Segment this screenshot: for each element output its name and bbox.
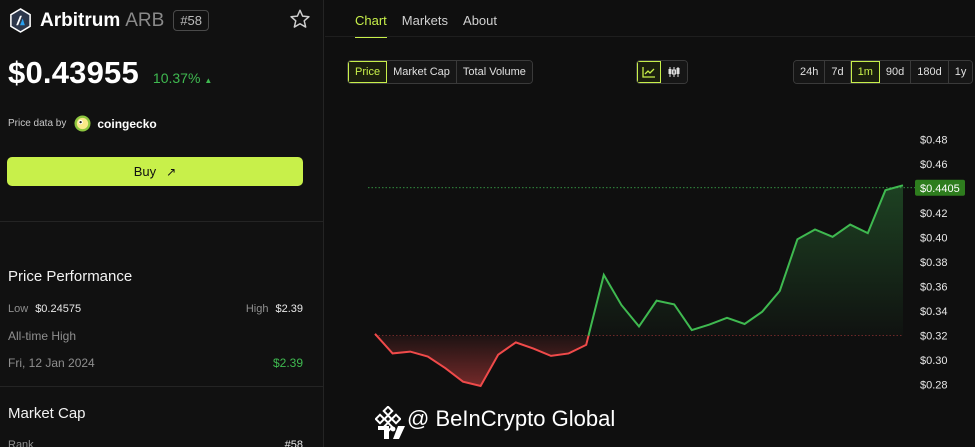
timeframe-toggle: 24h 7d 1m 90d 180d 1y (793, 60, 974, 84)
price-change: 10.37% (152, 70, 201, 86)
buy-button[interactable]: Buy ↗ (7, 157, 303, 186)
divider (0, 386, 323, 387)
high-label: High (245, 303, 269, 315)
current-price: $0.43955 (8, 55, 139, 90)
ath-value: $2.39 (272, 356, 303, 370)
price-row: $0.43955 10.37% ▲ (8, 55, 212, 91)
arbitrum-logo-icon (10, 8, 31, 33)
section-tabs: Chart Markets About (355, 13, 512, 38)
y-tick-label: $0.48 (920, 134, 948, 146)
binance-logo-icon (375, 406, 401, 432)
metric-toggle: Price Market Cap Total Volume (347, 60, 533, 84)
tabs-underline (325, 36, 975, 37)
watermark: @ BeInCrypto Global (375, 406, 615, 432)
divider (0, 221, 323, 222)
timeframe-7d[interactable]: 7d (825, 61, 851, 83)
area-above-baseline (588, 185, 903, 336)
y-tick-label: $0.36 (920, 282, 948, 294)
ath-detail-row: Fri, 12 Jan 2024 $2.39 (8, 356, 303, 370)
tab-chart[interactable]: Chart (355, 13, 387, 38)
watermark-text: @ BeInCrypto Global (407, 406, 616, 431)
timeframe-180d[interactable]: 180d (911, 61, 949, 83)
ath-row: All-time High (8, 329, 303, 343)
ath-label: All-time High (8, 329, 77, 343)
metric-market-cap[interactable]: Market Cap (387, 61, 457, 83)
y-tick-label: $0.28 (920, 380, 948, 392)
metric-price[interactable]: Price (348, 61, 388, 83)
low-value: $0.24575 (35, 303, 82, 315)
coin-name: Arbitrum (40, 9, 121, 31)
coin-header: Arbitrum ARB #58 (8, 8, 311, 33)
timeframe-1y[interactable]: 1y (948, 61, 973, 83)
coingecko-logo-icon (74, 115, 91, 132)
timeframe-24h[interactable]: 24h (794, 61, 826, 83)
market-cap-rank-value: #58 (284, 439, 303, 447)
price-source-name[interactable]: coingecko (97, 117, 156, 131)
current-price-label: $0.4405 (920, 183, 960, 195)
y-tick-label: $0.42 (920, 208, 948, 220)
y-tick-label: $0.34 (920, 306, 948, 318)
timeframe-1m[interactable]: 1m (850, 61, 880, 83)
market-cap-rank-row: Rank #58 (8, 439, 303, 447)
tab-markets[interactable]: Markets (402, 13, 448, 38)
low-high-row: Low $0.24575 High $2.39 (8, 303, 303, 315)
chart-panel: Chart Markets About Price Market Cap Tot… (325, 0, 975, 447)
market-cap-title: Market Cap (8, 405, 86, 422)
up-triangle-icon: ▲ (204, 76, 213, 85)
metric-total-volume[interactable]: Total Volume (456, 61, 532, 83)
coin-symbol: ARB (125, 9, 165, 31)
y-tick-label: $0.40 (920, 232, 948, 244)
y-tick-label: $0.32 (920, 331, 948, 343)
low-label: Low (8, 303, 29, 315)
area-below-baseline (375, 333, 589, 386)
ath-date: Fri, 12 Jan 2024 (8, 356, 95, 370)
line-chart-icon[interactable] (637, 61, 661, 83)
market-cap-rank-label: Rank (8, 439, 34, 447)
price-source: Price data by coingecko (8, 115, 157, 132)
price-source-label: Price data by (8, 118, 67, 129)
y-tick-label: $0.30 (920, 355, 948, 367)
chart-style-toggle (636, 60, 688, 84)
price-chart[interactable]: $0.48$0.46$0.44$0.42$0.40$0.38$0.36$0.34… (325, 105, 975, 447)
high-value: $2.39 (275, 303, 303, 315)
y-tick-label: $0.38 (920, 257, 948, 269)
star-icon[interactable] (289, 8, 311, 30)
tab-about[interactable]: About (463, 13, 497, 38)
buy-button-label: Buy (133, 164, 157, 179)
rank-badge: #58 (173, 10, 210, 31)
candlestick-icon[interactable] (661, 61, 687, 83)
external-arrow-icon: ↗ (166, 164, 177, 179)
price-performance-title: Price Performance (8, 268, 133, 285)
coin-info-panel: Arbitrum ARB #58 $0.43955 10.37% ▲ Price… (0, 0, 324, 447)
timeframe-90d[interactable]: 90d (879, 61, 912, 83)
y-tick-label: $0.46 (920, 159, 948, 171)
